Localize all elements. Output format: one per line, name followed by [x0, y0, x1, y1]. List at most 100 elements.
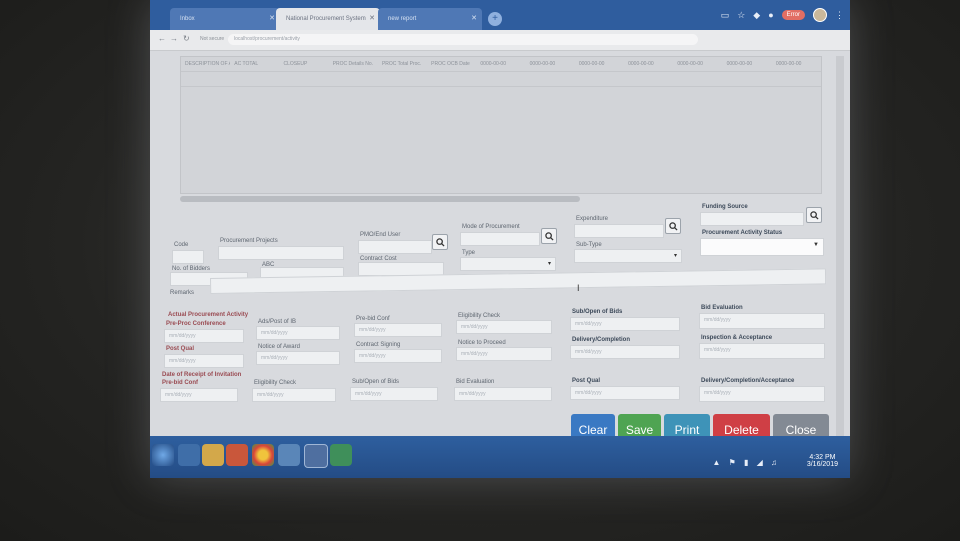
tab-label: Inbox: [180, 16, 195, 22]
activity-status-select[interactable]: ▼: [700, 238, 824, 256]
inspection-field[interactable]: mm/dd/yyyy: [699, 343, 825, 359]
reload-icon[interactable]: ↻: [183, 34, 190, 43]
post-qual-label: Post Qual: [166, 346, 195, 352]
expenditure-field[interactable]: [574, 224, 664, 238]
funding-field[interactable]: [700, 212, 804, 226]
subopen2-label: Sub/Open of Bids: [352, 379, 400, 385]
url-input[interactable]: localhost/procurement/activity: [228, 34, 698, 45]
contract-signing-field[interactable]: mm/dd/yyyy: [354, 349, 442, 363]
address-bar: ← → ↻ Not secure localhost/procurement/a…: [150, 30, 850, 51]
pmo-field[interactable]: [358, 240, 432, 254]
windows-taskbar: ▲ ⚑ ▮ ◢ ♫ 4:32 PM 3/16/2019: [150, 436, 850, 478]
vertical-scrollbar[interactable]: [836, 56, 844, 436]
ntp-field[interactable]: mm/dd/yyyy: [456, 347, 552, 361]
new-tab-button[interactable]: +: [488, 12, 502, 26]
expenditure-label: Expenditure: [576, 216, 609, 222]
post-qual-field[interactable]: mm/dd/yyyy: [164, 354, 244, 368]
start-icon[interactable]: [152, 444, 174, 466]
chevron-down-icon: ▾: [673, 253, 677, 259]
grid-column-header[interactable]: 0000-00-00: [575, 57, 624, 71]
subopen2-field[interactable]: mm/dd/yyyy: [350, 387, 438, 401]
mode-label: Mode of Procurement: [462, 224, 520, 230]
tab-inbox[interactable]: Inbox ✕: [170, 8, 280, 30]
bid-eval-field[interactable]: mm/dd/yyyy: [699, 313, 825, 329]
code-field[interactable]: [172, 250, 204, 264]
grid-cell: [181, 72, 230, 86]
receipt-label: Date of Receipt of Invitation: [162, 372, 242, 378]
post-qual2-field[interactable]: mm/dd/yyyy: [570, 386, 680, 400]
ads-field[interactable]: mm/dd/yyyy: [256, 326, 340, 340]
grid-column-header[interactable]: 0000-00-00: [772, 57, 821, 71]
pmo-lookup-button[interactable]: [432, 234, 448, 250]
records-grid[interactable]: DESCRIPTION OF ABOVE PROCESSAC TOTALCLOS…: [180, 56, 822, 194]
profile-icon[interactable]: ●: [768, 10, 773, 20]
pre-proc-field[interactable]: mm/dd/yyyy: [164, 329, 244, 343]
grid-column-header[interactable]: 0000-00-00: [476, 57, 525, 71]
projects-label: Procurement Projects: [220, 238, 278, 244]
taskbar-clock[interactable]: 4:32 PM 3/16/2019: [807, 454, 838, 468]
grid-column-header[interactable]: CLOSEUP: [279, 57, 328, 71]
chrome-icon[interactable]: [252, 444, 274, 466]
grid-header: DESCRIPTION OF ABOVE PROCESSAC TOTALCLOS…: [181, 57, 821, 72]
plus-icon: +: [492, 13, 498, 24]
grid-column-header[interactable]: 0000-00-00: [526, 57, 575, 71]
grid-column-header[interactable]: PROC OCB Date: [427, 57, 476, 71]
prebid-label: Pre-bid Conf: [356, 316, 390, 322]
eligibility-field[interactable]: mm/dd/yyyy: [456, 320, 552, 334]
noa-field[interactable]: mm/dd/yyyy: [256, 351, 340, 365]
grid-column-header[interactable]: 0000-00-00: [624, 57, 673, 71]
delivery-accept-field[interactable]: mm/dd/yyyy: [699, 386, 825, 402]
grid-column-header[interactable]: PROC Details No.: [329, 57, 378, 71]
star-icon[interactable]: ☆: [737, 10, 745, 21]
projected-screen-scene: Inbox ✕ National Procurement System ✕ new …: [0, 0, 960, 541]
delivery-label: Delivery/Completion: [572, 337, 631, 343]
pmo-label: PMO/End User: [360, 232, 401, 238]
delivery-field[interactable]: mm/dd/yyyy: [570, 345, 680, 359]
grid-column-header[interactable]: 0000-00-00: [723, 57, 772, 71]
forward-icon[interactable]: →: [170, 34, 178, 43]
grid-column-header[interactable]: DESCRIPTION OF ABOVE PROCESS: [181, 57, 230, 71]
tab-procurement-system[interactable]: National Procurement System ✕: [276, 8, 380, 30]
menu-dots-icon[interactable]: ⋮: [835, 10, 844, 21]
ie-icon[interactable]: [178, 444, 200, 466]
noa-label: Notice of Award: [258, 344, 300, 350]
grid-column-header[interactable]: PROC Total Proc.: [378, 57, 427, 71]
projects-field[interactable]: [218, 246, 344, 260]
mode-field[interactable]: [460, 232, 540, 246]
subtype-select[interactable]: ▾: [574, 249, 682, 263]
close-icon[interactable]: ✕: [369, 8, 375, 30]
tab-new-report[interactable]: new report ✕: [378, 8, 482, 30]
user-error-chip[interactable]: Error: [781, 10, 805, 20]
subopen-field[interactable]: mm/dd/yyyy: [570, 317, 680, 331]
prebid2-field[interactable]: mm/dd/yyyy: [160, 388, 238, 402]
search-icon: [545, 232, 554, 241]
avatar[interactable]: [813, 8, 827, 22]
grid-cell: [427, 72, 476, 86]
folder-icon[interactable]: [202, 444, 224, 466]
table-row[interactable]: [181, 72, 821, 87]
eligibility2-field[interactable]: mm/dd/yyyy: [252, 388, 336, 402]
prebid-field[interactable]: mm/dd/yyyy: [354, 323, 442, 337]
expenditure-lookup-button[interactable]: [665, 218, 681, 234]
system-tray-icons[interactable]: ▲ ⚑ ▮ ◢ ♫: [712, 458, 780, 467]
close-icon[interactable]: ✕: [269, 8, 275, 30]
type-select[interactable]: ▾: [460, 257, 556, 271]
back-icon[interactable]: ←: [158, 34, 166, 43]
clock-date: 3/16/2019: [806, 461, 838, 468]
app-icon[interactable]: [278, 444, 300, 466]
search-icon: [810, 211, 819, 220]
grid-column-header[interactable]: AC TOTAL: [230, 57, 279, 71]
cast-icon[interactable]: ▭: [721, 10, 730, 21]
app-icon[interactable]: [330, 444, 352, 466]
app-icon[interactable]: [304, 444, 328, 468]
horizontal-scrollbar[interactable]: [180, 196, 580, 202]
close-icon[interactable]: ✕: [471, 8, 477, 30]
media-icon[interactable]: [226, 444, 248, 466]
funding-lookup-button[interactable]: [806, 207, 822, 223]
grid-column-header[interactable]: 0000-00-00: [673, 57, 722, 71]
extension-icon[interactable]: ◆: [753, 10, 760, 21]
grid-cell: [624, 72, 673, 86]
mode-lookup-button[interactable]: [541, 228, 557, 244]
bid-eval2-field[interactable]: mm/dd/yyyy: [454, 387, 552, 401]
search-icon: [669, 222, 678, 231]
